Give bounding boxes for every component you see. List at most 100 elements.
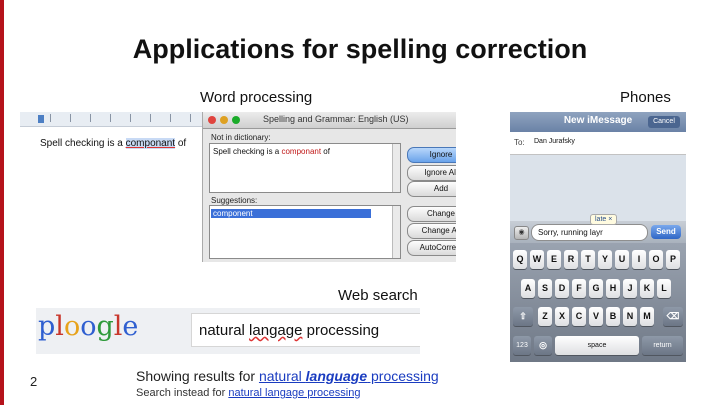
- logo-letter: l: [55, 311, 64, 342]
- suggestions-label: Suggestions:: [211, 196, 258, 205]
- add-button[interactable]: Add: [407, 181, 456, 197]
- textbox-scrollbar[interactable]: [392, 144, 400, 192]
- space-key[interactable]: space: [555, 336, 639, 355]
- key-a[interactable]: A: [521, 279, 535, 298]
- globe-icon[interactable]: ◎: [534, 336, 552, 355]
- key-p[interactable]: P: [666, 250, 680, 269]
- key-v[interactable]: V: [589, 307, 603, 326]
- indent-marker-icon[interactable]: [38, 115, 44, 123]
- slide-title: Applications for spelling correction: [132, 34, 588, 64]
- key-h[interactable]: H: [606, 279, 620, 298]
- key-q[interactable]: Q: [513, 250, 527, 269]
- key-d[interactable]: D: [555, 279, 569, 298]
- key-e[interactable]: E: [547, 250, 561, 269]
- key-s[interactable]: S: [538, 279, 552, 298]
- key-b[interactable]: B: [606, 307, 620, 326]
- spelling-dialog: Spelling and Grammar: English (US) Not i…: [202, 112, 456, 262]
- logo-letter: e: [122, 311, 139, 342]
- message-input[interactable]: Sorry, running layr: [531, 224, 648, 241]
- context-error-word: componant: [281, 147, 322, 156]
- word-processing-screenshot: Spell checking is a componant of Spellin…: [20, 112, 456, 262]
- query-before: natural: [199, 322, 250, 339]
- to-label: To:: [514, 138, 525, 147]
- message-area: [510, 155, 686, 221]
- key-c[interactable]: C: [572, 307, 586, 326]
- key-i[interactable]: I: [632, 250, 646, 269]
- ignore-button[interactable]: Ignore: [407, 147, 456, 163]
- context-before: Spell checking is a: [213, 147, 282, 156]
- query-misspelled-word: langage: [249, 322, 303, 339]
- phone-nav-bar: New iMessage Cancel: [510, 112, 686, 132]
- suggestions-scrollbar[interactable]: [392, 206, 400, 258]
- document-ruler: [20, 112, 205, 127]
- page-number: 2: [30, 374, 38, 389]
- search-instead-prefix: Search instead for: [136, 387, 229, 399]
- logo-letter: g: [96, 311, 114, 342]
- key-z[interactable]: Z: [538, 307, 552, 326]
- autocorrect-button[interactable]: AutoCorrect: [407, 240, 456, 256]
- key-f[interactable]: F: [572, 279, 586, 298]
- key-w[interactable]: W: [530, 250, 544, 269]
- numbers-key[interactable]: 123: [513, 336, 531, 355]
- key-x[interactable]: X: [555, 307, 569, 326]
- key-u[interactable]: U: [615, 250, 629, 269]
- word-processing-caption: Word processing: [200, 89, 313, 106]
- change-all-button[interactable]: Change All: [407, 223, 456, 239]
- phone-screenshot: New iMessage Cancel To: Dan Jurafsky ◉ S…: [510, 112, 686, 362]
- suggestions-list[interactable]: component: [209, 205, 401, 259]
- phones-caption: Phones: [620, 89, 671, 106]
- recipient-name: Dan Jurafsky: [534, 138, 575, 145]
- keyboard: QWERTYUIOP ASDFGHJKL ZXCVBNM ⇧ ⌫ 123 ◎ s…: [510, 243, 686, 362]
- minimize-window-icon[interactable]: [220, 116, 228, 124]
- key-y[interactable]: Y: [598, 250, 612, 269]
- not-in-dictionary-label: Not in dictionary:: [211, 133, 271, 142]
- web-search-caption: Web search: [338, 287, 418, 304]
- zoom-window-icon[interactable]: [232, 116, 240, 124]
- message-text: Sorry, running layr: [538, 228, 603, 237]
- ignore-all-button[interactable]: Ignore All: [407, 165, 456, 181]
- key-l[interactable]: L: [657, 279, 671, 298]
- document-text-before: Spell checking is a: [40, 138, 126, 149]
- key-r[interactable]: R: [564, 250, 578, 269]
- search-instead-line: Search instead for natural langage proce…: [136, 387, 360, 399]
- to-field[interactable]: To: Dan Jurafsky: [510, 132, 686, 155]
- cancel-button[interactable]: Cancel: [648, 116, 680, 128]
- send-button[interactable]: Send: [651, 225, 681, 239]
- key-j[interactable]: J: [623, 279, 637, 298]
- search-input[interactable]: natural langage processing: [191, 313, 420, 347]
- autocorrect-suggestion[interactable]: late ×: [590, 214, 618, 225]
- query-after: processing: [302, 322, 380, 339]
- showing-results-line: Showing results for natural language pro…: [136, 368, 439, 384]
- corrected-query-end: processing: [367, 368, 439, 384]
- ploogle-logo: ploogle: [38, 311, 138, 342]
- backspace-icon[interactable]: ⌫: [663, 307, 683, 326]
- close-window-icon[interactable]: [208, 116, 216, 124]
- return-key[interactable]: return: [642, 336, 683, 355]
- logo-letter: o: [63, 311, 81, 342]
- corrected-word: language: [305, 368, 368, 384]
- dialog-titlebar: Spelling and Grammar: English (US): [203, 112, 456, 129]
- showing-results-prefix: Showing results for: [136, 368, 259, 384]
- key-k[interactable]: K: [640, 279, 654, 298]
- corrected-query-link[interactable]: natural language processing: [259, 368, 439, 384]
- web-search-screenshot: ploogle natural langage processing: [36, 308, 420, 354]
- key-n[interactable]: N: [623, 307, 637, 326]
- dialog-title: Spelling and Grammar: English (US): [263, 114, 409, 124]
- misspelled-word[interactable]: componant: [125, 138, 176, 149]
- change-button[interactable]: Change: [407, 206, 456, 222]
- context-after: of: [321, 147, 330, 156]
- camera-icon[interactable]: ◉: [514, 226, 529, 240]
- not-in-dictionary-textbox[interactable]: Spell checking is a componant of: [209, 143, 401, 193]
- document-text: Spell checking is a componant of: [40, 138, 186, 149]
- logo-letter: o: [80, 311, 97, 342]
- suggestion-item[interactable]: component: [211, 209, 371, 218]
- key-m[interactable]: M: [640, 307, 654, 326]
- key-t[interactable]: T: [581, 250, 595, 269]
- key-o[interactable]: O: [649, 250, 663, 269]
- corrected-query-start: natural: [258, 368, 306, 384]
- logo-letter: p: [38, 311, 56, 342]
- document-text-after: of: [175, 138, 187, 149]
- original-query-link[interactable]: natural langage processing: [228, 387, 360, 399]
- key-g[interactable]: G: [589, 279, 603, 298]
- shift-icon[interactable]: ⇧: [513, 307, 533, 326]
